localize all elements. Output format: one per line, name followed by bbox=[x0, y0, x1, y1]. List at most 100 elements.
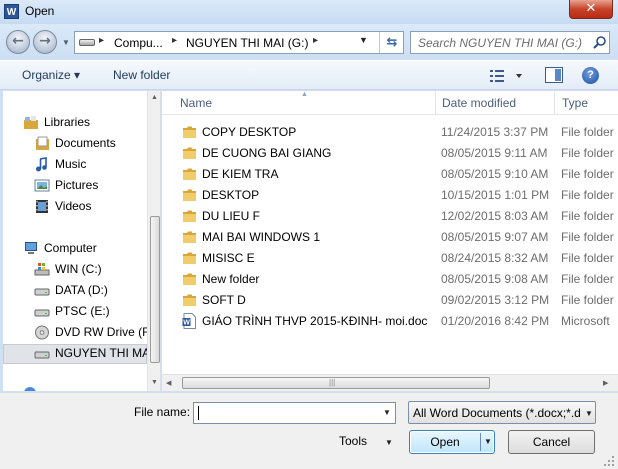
file-date: 10/15/2015 1:01 PM bbox=[441, 188, 550, 202]
dvd-drive-icon bbox=[35, 325, 49, 340]
file-row[interactable]: New folder 08/05/2015 9:08 AM File folder bbox=[176, 269, 618, 290]
file-type: File folder bbox=[561, 167, 614, 181]
drive-icon bbox=[34, 351, 50, 359]
text-cursor bbox=[198, 406, 199, 420]
address-row: ← → ▼ ▸ Compu... ▸ NGUYEN THI MAI (G:) ▸… bbox=[0, 24, 618, 58]
file-date: 09/02/2015 3:12 PM bbox=[441, 293, 550, 307]
file-date: 11/24/2015 3:37 PM bbox=[441, 125, 549, 139]
search-placeholder: Search NGUYEN THI MAI (G:) bbox=[418, 36, 583, 50]
change-view-icon[interactable] bbox=[489, 68, 529, 84]
breadcrumb-separator-icon[interactable]: ▸ bbox=[99, 35, 104, 46]
folder-icon bbox=[183, 294, 196, 306]
file-row[interactable]: DU LIEU F 12/02/2015 8:03 AM File folder bbox=[176, 206, 618, 227]
back-button[interactable]: ← bbox=[6, 30, 30, 54]
file-row[interactable]: DESKTOP 10/15/2015 1:01 PM File folder bbox=[176, 185, 618, 206]
column-divider[interactable] bbox=[554, 91, 555, 115]
dialog-footer: File name: ▼ All Word Documents (*.docx;… bbox=[0, 392, 618, 469]
address-bar[interactable]: ▸ Compu... ▸ NGUYEN THI MAI (G:) ▸ ▼ ⇆ bbox=[74, 31, 404, 54]
folder-icon bbox=[183, 189, 196, 201]
refresh-button[interactable]: ⇆ bbox=[379, 32, 404, 53]
word-document-icon: W bbox=[182, 313, 196, 329]
organize-button[interactable]: Organize ▾ bbox=[22, 68, 80, 82]
split-divider bbox=[480, 433, 481, 451]
breadcrumb-separator-icon[interactable]: ▸ bbox=[313, 35, 318, 46]
scroll-up-icon[interactable]: ▲ bbox=[151, 94, 158, 101]
file-name-input[interactable] bbox=[193, 402, 396, 424]
command-bar: Organize ▾ New folder ? bbox=[0, 60, 618, 90]
file-type-select[interactable]: All Word Documents (*.docx;*.d ▼ bbox=[408, 401, 596, 424]
documents-icon bbox=[36, 136, 49, 150]
tools-dropdown-icon[interactable]: ▼ bbox=[385, 438, 393, 447]
file-date: 08/24/2015 8:32 AM bbox=[441, 251, 549, 265]
help-icon[interactable]: ? bbox=[582, 67, 599, 84]
new-folder-button[interactable]: New folder bbox=[113, 68, 170, 82]
folder-icon bbox=[183, 273, 196, 285]
file-name: SOFT D bbox=[202, 293, 246, 307]
scroll-left-icon[interactable]: ◀ bbox=[166, 379, 171, 387]
breadcrumb-drive[interactable]: NGUYEN THI MAI (G:) bbox=[186, 36, 308, 50]
resize-grip-icon[interactable] bbox=[603, 455, 615, 467]
file-name: DE CUONG BAI GIANG bbox=[202, 146, 332, 160]
file-row[interactable]: MAI BAI WINDOWS 1 08/05/2015 9:07 AM File … bbox=[176, 227, 618, 248]
folder-icon bbox=[183, 252, 196, 264]
column-date-modified[interactable]: Date modified bbox=[442, 96, 516, 110]
scroll-right-icon[interactable]: ▶ bbox=[603, 379, 608, 387]
nav-scrollbar[interactable]: ▲ ▼ bbox=[147, 91, 160, 391]
pictures-icon bbox=[34, 179, 50, 192]
windows-drive-icon bbox=[34, 263, 50, 276]
tools-button[interactable]: Tools bbox=[339, 434, 367, 448]
libraries-icon bbox=[24, 116, 38, 129]
file-name: DESKTOP bbox=[202, 188, 260, 202]
file-name: DE KIEM TRA bbox=[202, 167, 279, 181]
drive-icon bbox=[34, 288, 50, 296]
file-type: File folder bbox=[561, 293, 614, 307]
file-date: 08/05/2015 9:11 AM bbox=[441, 146, 548, 160]
recent-locations-chevron-icon[interactable]: ▼ bbox=[62, 38, 70, 47]
open-label: Open bbox=[430, 435, 460, 449]
column-type[interactable]: Type bbox=[562, 96, 588, 110]
file-row[interactable]: DE KIEM TRA 08/05/2015 9:10 AM File folder bbox=[176, 164, 618, 185]
file-type: File folder bbox=[561, 209, 614, 223]
column-name[interactable]: Name bbox=[180, 96, 212, 110]
scroll-down-icon[interactable]: ▼ bbox=[151, 379, 158, 386]
file-row[interactable]: MISISC E 08/24/2015 8:32 AM File folder bbox=[176, 248, 618, 269]
drive-icon bbox=[34, 309, 50, 317]
file-date: 01/20/2016 8:42 PM bbox=[441, 314, 550, 328]
horizontal-scrollbar[interactable]: ◀ ||| ▶ bbox=[162, 374, 618, 391]
search-icon[interactable] bbox=[592, 35, 608, 51]
column-divider[interactable] bbox=[435, 91, 436, 115]
title-bar: W Open ✕ bbox=[0, 0, 618, 24]
drive-icon bbox=[79, 39, 95, 46]
videos-icon bbox=[36, 200, 48, 213]
nav-scroll-thumb[interactable] bbox=[150, 216, 160, 363]
chevron-down-icon: ▼ bbox=[585, 409, 593, 418]
file-row[interactable]: DE CUONG BAI GIANG 08/05/2015 9:11 AM File… bbox=[176, 143, 618, 164]
close-button[interactable]: ✕ bbox=[569, 0, 613, 19]
cancel-button[interactable]: Cancel bbox=[508, 430, 595, 454]
breadcrumb-separator-icon[interactable]: ▸ bbox=[172, 35, 177, 46]
file-date: 08/05/2015 9:10 AM bbox=[441, 167, 549, 181]
breadcrumb-computer[interactable]: Compu... bbox=[114, 36, 163, 50]
forward-button[interactable]: → bbox=[33, 30, 57, 54]
horizontal-scroll-thumb[interactable]: ||| bbox=[182, 377, 490, 389]
column-headers: ▲ Name Date modified Type bbox=[162, 91, 618, 115]
preview-pane-icon[interactable] bbox=[545, 67, 563, 83]
navigation-pane: Libraries Documents Music Pictures Video… bbox=[3, 91, 161, 391]
search-input[interactable]: Search NGUYEN THI MAI (G:) bbox=[410, 31, 610, 54]
address-dropdown-icon[interactable]: ▼ bbox=[359, 35, 368, 45]
file-row[interactable]: SOFT D 09/02/2015 3:12 PM File folder bbox=[176, 290, 618, 311]
open-options-dropdown-icon[interactable]: ▼ bbox=[484, 437, 492, 446]
file-name-dropdown-icon[interactable]: ▼ bbox=[383, 408, 391, 417]
open-button[interactable]: Open ▼ bbox=[409, 430, 495, 454]
file-name: MAI BAI WINDOWS 1 bbox=[202, 230, 321, 244]
file-row[interactable]: COPY DESKTOP 11/24/2015 3:37 PM File folde… bbox=[176, 122, 618, 143]
file-type: File folder bbox=[561, 125, 614, 139]
file-type: File folder bbox=[561, 188, 614, 202]
window-title: Open bbox=[25, 4, 55, 18]
file-row[interactable]: W GIÁO TRÌNH THVP 2015-KĐINH- moi.doc 01/2… bbox=[176, 311, 618, 332]
file-list: ▲ Name Date modified Type COPY DESKTOP 11… bbox=[162, 91, 618, 391]
file-name-label: File name: bbox=[134, 405, 191, 419]
folder-icon bbox=[183, 126, 196, 138]
scroll-grip-icon: ||| bbox=[329, 378, 336, 387]
computer-icon bbox=[25, 242, 37, 254]
